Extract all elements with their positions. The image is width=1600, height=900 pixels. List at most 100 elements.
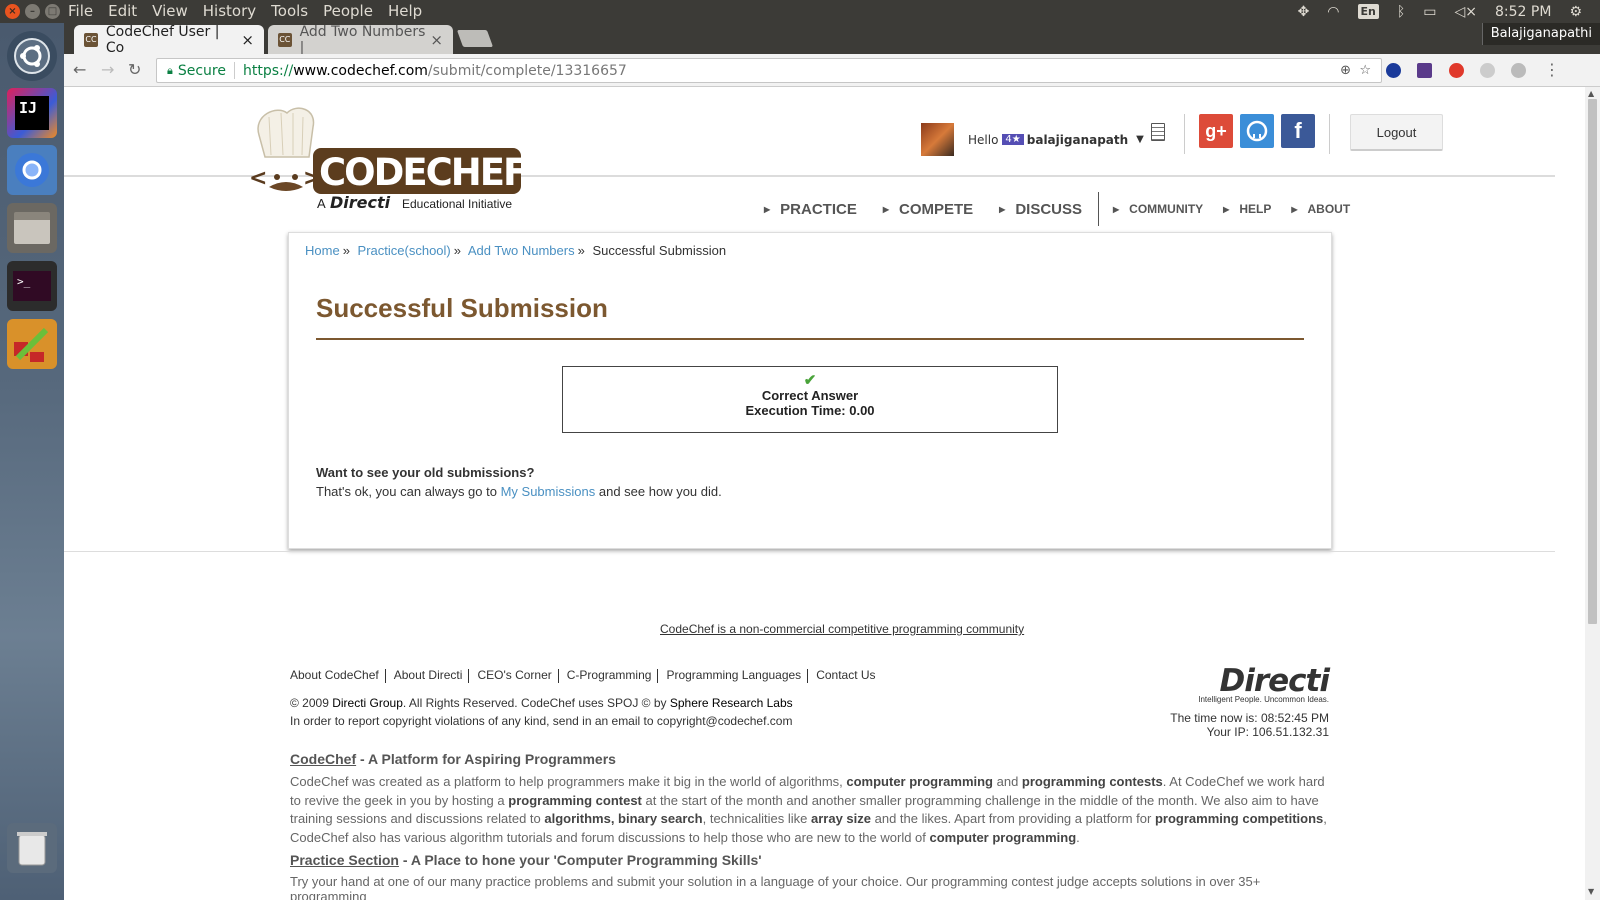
footer-link-about-directi[interactable]: About Directi bbox=[394, 668, 469, 683]
url-scheme: https:// bbox=[243, 62, 294, 79]
tab-strip: CC CodeChef User | Co × CC Add Two Numbe… bbox=[64, 23, 1600, 56]
nav-practice[interactable]: ▶ PRACTICE bbox=[764, 201, 857, 218]
scrollbar-thumb[interactable] bbox=[1588, 99, 1597, 624]
google-plus-button[interactable]: g+ bbox=[1199, 114, 1233, 148]
dropbox-icon[interactable]: ✥ bbox=[1298, 4, 1310, 20]
breadcrumb-home[interactable]: Home bbox=[305, 243, 340, 258]
codechef-favicon-icon: CC bbox=[278, 32, 292, 47]
bluetooth-icon[interactable]: ᛒ bbox=[1397, 4, 1405, 20]
maximize-window-button[interactable]: □ bbox=[45, 4, 60, 19]
sphere-research-link[interactable]: Sphere Research Labs bbox=[670, 696, 793, 710]
logout-button[interactable]: Logout bbox=[1350, 114, 1443, 151]
address-bar[interactable]: 🔒︎ Secure https://www.codechef.com/submi… bbox=[156, 58, 1382, 83]
directi-logo[interactable]: Directi Intelligent People. Uncommon Ide… bbox=[1197, 665, 1330, 704]
gear-icon[interactable]: ⚙ bbox=[1569, 4, 1582, 20]
footer-link-contact-us[interactable]: Contact Us bbox=[816, 668, 881, 683]
bookmark-star-icon[interactable]: ☆ bbox=[1359, 63, 1371, 78]
keyboard-layout[interactable]: En bbox=[1357, 4, 1379, 19]
page-scrollbar[interactable]: ▲ ▼ bbox=[1585, 87, 1600, 900]
old-submissions-text: That's ok, you can always go to My Submi… bbox=[316, 484, 722, 499]
tab-add-two-numbers[interactable]: CC Add Two Numbers | × bbox=[268, 23, 453, 56]
volume-icon[interactable]: ◁× bbox=[1455, 4, 1478, 20]
extension-gray-icon[interactable] bbox=[1480, 63, 1495, 78]
menu-view[interactable]: View bbox=[152, 2, 188, 20]
menu-edit[interactable]: Edit bbox=[108, 2, 137, 20]
web-page: < > CODECHEF A Directi Educational Initi… bbox=[64, 87, 1555, 900]
result-status: Correct Answer bbox=[761, 388, 859, 403]
clock[interactable]: 8:52 PM bbox=[1495, 4, 1551, 20]
codechef-logo[interactable]: < > CODECHEF A Directi Educational Initi… bbox=[247, 105, 528, 219]
menu-history[interactable]: History bbox=[203, 2, 256, 20]
chevron-down-icon[interactable]: ▼ bbox=[1136, 134, 1144, 145]
footer-link-about-codechef[interactable]: About CodeChef bbox=[290, 668, 385, 683]
forward-icon[interactable]: → bbox=[101, 60, 114, 79]
paint-icon[interactable] bbox=[7, 319, 57, 369]
files-icon[interactable] bbox=[7, 203, 57, 253]
back-icon[interactable]: ← bbox=[73, 60, 86, 79]
avatar[interactable] bbox=[921, 123, 954, 156]
username[interactable]: balajiganapath bbox=[1027, 133, 1128, 147]
close-window-button[interactable]: × bbox=[5, 4, 20, 19]
server-info: The time now is: 08:52:45 PM Your IP: 10… bbox=[1134, 711, 1329, 739]
page-title: Successful Submission bbox=[316, 293, 608, 323]
close-tab-icon[interactable]: × bbox=[430, 31, 443, 49]
footer-link-ceos-corner[interactable]: CEO's Corner bbox=[477, 668, 557, 683]
terminal-icon[interactable]: >_ bbox=[7, 261, 57, 311]
url-path: /submit/complete/13316657 bbox=[427, 62, 627, 79]
close-tab-icon[interactable]: × bbox=[241, 31, 254, 49]
breadcrumb-problem[interactable]: Add Two Numbers bbox=[468, 243, 575, 258]
noncommercial-link[interactable]: CodeChef is a non-commercial competitive… bbox=[660, 622, 1024, 636]
footer-link-programming-languages[interactable]: Programming Languages bbox=[666, 668, 807, 683]
zoom-icon[interactable]: ⊕ bbox=[1340, 63, 1351, 78]
extension-book-icon[interactable] bbox=[1417, 63, 1432, 78]
directi-group-link[interactable]: Directi Group bbox=[332, 696, 403, 710]
codechef-link[interactable]: CodeChef bbox=[290, 751, 356, 767]
chrome-menu-icon[interactable]: ⋮ bbox=[1544, 60, 1560, 79]
scroll-down-icon[interactable]: ▼ bbox=[1588, 887, 1594, 896]
chrome-icon[interactable] bbox=[7, 145, 57, 195]
menu-people[interactable]: People bbox=[323, 2, 373, 20]
launcher: IJ >_ bbox=[0, 23, 64, 900]
nav-community[interactable]: ▶ COMMUNITY bbox=[1113, 202, 1203, 216]
minimize-window-button[interactable]: – bbox=[25, 4, 40, 19]
header-separator bbox=[1329, 114, 1330, 154]
breadcrumb-practice[interactable]: Practice(school) bbox=[358, 243, 451, 258]
old-submissions-question: Want to see your old submissions? bbox=[316, 465, 535, 480]
ubuntu-dash-icon[interactable] bbox=[7, 31, 57, 81]
footer-link-c-programming[interactable]: C-Programming bbox=[567, 668, 658, 683]
menu-help[interactable]: Help bbox=[388, 2, 422, 20]
new-tab-button[interactable] bbox=[456, 30, 494, 47]
menu-tools[interactable]: Tools bbox=[271, 2, 308, 20]
battery-icon[interactable]: ▭ bbox=[1423, 4, 1436, 20]
tab-title: CodeChef User | Co bbox=[105, 23, 220, 56]
server-time: The time now is: 08:52:45 PM bbox=[1170, 711, 1329, 725]
about-heading-practice: Practice Section - A Place to hone your … bbox=[290, 852, 762, 868]
trash-icon[interactable] bbox=[7, 823, 57, 873]
notes-icon[interactable] bbox=[1151, 123, 1165, 141]
secure-label: Secure bbox=[177, 62, 226, 79]
extension-red-icon[interactable] bbox=[1449, 63, 1464, 78]
nav-discuss[interactable]: ▶ DISCUSS bbox=[999, 201, 1082, 218]
profile-chip[interactable]: Balajiganapathi bbox=[1481, 23, 1600, 45]
my-submissions-link[interactable]: My Submissions bbox=[501, 484, 596, 499]
extension-settings-icon[interactable] bbox=[1511, 63, 1526, 78]
github-button[interactable] bbox=[1240, 114, 1274, 148]
facebook-button[interactable]: f bbox=[1281, 114, 1315, 148]
nav-help[interactable]: ▶ HELP bbox=[1223, 202, 1271, 216]
copyright-report: In order to report copyright violations … bbox=[290, 714, 793, 728]
intellij-icon[interactable]: IJ bbox=[7, 88, 57, 138]
reload-icon[interactable]: ↻ bbox=[128, 60, 141, 79]
scroll-up-icon[interactable]: ▲ bbox=[1588, 89, 1594, 98]
breadcrumb: Home» Practice(school)» Add Two Numbers»… bbox=[305, 243, 727, 258]
extension-globe-icon[interactable] bbox=[1386, 63, 1401, 78]
menu-file[interactable]: File bbox=[68, 2, 93, 20]
nav-compete[interactable]: ▶ COMPETE bbox=[883, 201, 973, 218]
nav-about[interactable]: ▶ ABOUT bbox=[1291, 202, 1350, 216]
tab-codechef-user[interactable]: CC CodeChef User | Co × bbox=[74, 23, 264, 56]
app-menu: File Edit View History Tools People Help bbox=[68, 2, 437, 20]
user-greeting[interactable]: Hello 4★ balajiganapath ▼ bbox=[921, 123, 1144, 156]
practice-section-link[interactable]: Practice Section bbox=[290, 852, 399, 868]
wifi-icon[interactable]: ◠ bbox=[1327, 4, 1339, 20]
execution-time: Execution Time: 0.00 bbox=[745, 403, 875, 418]
tab-title: Add Two Numbers | bbox=[299, 23, 426, 56]
